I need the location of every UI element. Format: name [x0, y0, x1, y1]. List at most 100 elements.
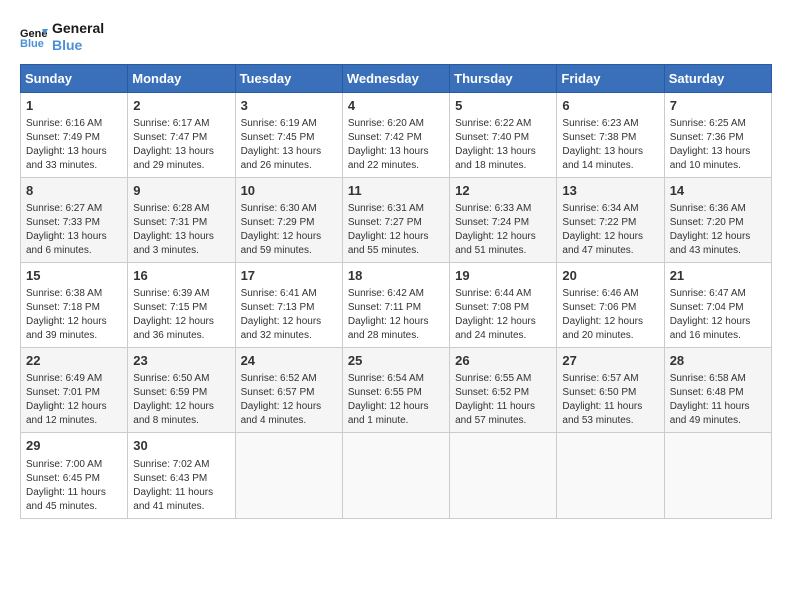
page-header: General Blue General Blue [20, 20, 772, 54]
day-number: 10 [241, 182, 337, 200]
day-number: 30 [133, 437, 229, 455]
logo: General Blue General Blue [20, 20, 104, 54]
calendar-cell: 26 Sunrise: 6:55 AM Sunset: 6:52 PM Dayli… [450, 348, 557, 433]
calendar-cell: 27 Sunrise: 6:57 AM Sunset: 6:50 PM Dayli… [557, 348, 664, 433]
calendar-cell: 19 Sunrise: 6:44 AM Sunset: 7:08 PM Dayli… [450, 262, 557, 347]
calendar-cell: 8 Sunrise: 6:27 AM Sunset: 7:33 PM Daylig… [21, 177, 128, 262]
col-header-sunday: Sunday [21, 64, 128, 92]
day-number: 18 [348, 267, 444, 285]
day-number: 28 [670, 352, 766, 370]
day-info: Sunrise: 6:44 AM Sunset: 7:08 PM Dayligh… [455, 287, 551, 343]
day-info: Sunrise: 6:58 AM Sunset: 6:48 PM Dayligh… [670, 372, 766, 428]
calendar-cell: 7 Sunrise: 6:25 AM Sunset: 7:36 PM Daylig… [664, 92, 771, 177]
logo-icon: General Blue [20, 25, 48, 49]
day-number: 17 [241, 267, 337, 285]
calendar-cell: 9 Sunrise: 6:28 AM Sunset: 7:31 PM Daylig… [128, 177, 235, 262]
col-header-wednesday: Wednesday [342, 64, 449, 92]
calendar-cell: 10 Sunrise: 6:30 AM Sunset: 7:29 PM Dayli… [235, 177, 342, 262]
day-info: Sunrise: 6:17 AM Sunset: 7:47 PM Dayligh… [133, 117, 229, 173]
calendar-cell [235, 433, 342, 518]
calendar-header-row: SundayMondayTuesdayWednesdayThursdayFrid… [21, 64, 772, 92]
calendar-cell: 11 Sunrise: 6:31 AM Sunset: 7:27 PM Dayli… [342, 177, 449, 262]
calendar-cell: 30Sunrise: 7:02 AM Sunset: 6:43 PM Dayli… [128, 433, 235, 518]
day-number: 19 [455, 267, 551, 285]
day-info: Sunrise: 6:52 AM Sunset: 6:57 PM Dayligh… [241, 372, 337, 428]
day-number: 5 [455, 97, 551, 115]
day-info: Sunrise: 6:39 AM Sunset: 7:15 PM Dayligh… [133, 287, 229, 343]
day-info: Sunrise: 6:57 AM Sunset: 6:50 PM Dayligh… [562, 372, 658, 428]
day-number: 27 [562, 352, 658, 370]
day-info: Sunrise: 6:31 AM Sunset: 7:27 PM Dayligh… [348, 202, 444, 258]
day-info: Sunrise: 7:00 AM Sunset: 6:45 PM Dayligh… [26, 458, 122, 514]
day-info: Sunrise: 6:20 AM Sunset: 7:42 PM Dayligh… [348, 117, 444, 173]
calendar-cell [557, 433, 664, 518]
calendar-cell: 15 Sunrise: 6:38 AM Sunset: 7:18 PM Dayli… [21, 262, 128, 347]
col-header-friday: Friday [557, 64, 664, 92]
day-number: 24 [241, 352, 337, 370]
day-number: 8 [26, 182, 122, 200]
calendar-cell: 14Sunrise: 6:36 AM Sunset: 7:20 PM Dayli… [664, 177, 771, 262]
col-header-saturday: Saturday [664, 64, 771, 92]
calendar-cell: 22 Sunrise: 6:49 AM Sunset: 7:01 PM Dayli… [21, 348, 128, 433]
calendar-cell: 18 Sunrise: 6:42 AM Sunset: 7:11 PM Dayli… [342, 262, 449, 347]
day-info: Sunrise: 6:22 AM Sunset: 7:40 PM Dayligh… [455, 117, 551, 173]
calendar-week-row: 1Sunrise: 6:16 AM Sunset: 7:49 PM Daylig… [21, 92, 772, 177]
calendar-cell: 3 Sunrise: 6:19 AM Sunset: 7:45 PM Daylig… [235, 92, 342, 177]
day-number: 29 [26, 437, 122, 455]
col-header-monday: Monday [128, 64, 235, 92]
calendar-cell: 24 Sunrise: 6:52 AM Sunset: 6:57 PM Dayli… [235, 348, 342, 433]
day-number: 23 [133, 352, 229, 370]
calendar-week-row: 15 Sunrise: 6:38 AM Sunset: 7:18 PM Dayli… [21, 262, 772, 347]
svg-text:Blue: Blue [20, 38, 44, 49]
day-number: 15 [26, 267, 122, 285]
calendar-cell: 17 Sunrise: 6:41 AM Sunset: 7:13 PM Dayli… [235, 262, 342, 347]
day-info: Sunrise: 6:25 AM Sunset: 7:36 PM Dayligh… [670, 117, 766, 173]
day-info: Sunrise: 6:41 AM Sunset: 7:13 PM Dayligh… [241, 287, 337, 343]
calendar-cell: 4Sunrise: 6:20 AM Sunset: 7:42 PM Daylig… [342, 92, 449, 177]
day-info: Sunrise: 6:46 AM Sunset: 7:06 PM Dayligh… [562, 287, 658, 343]
day-info: Sunrise: 6:38 AM Sunset: 7:18 PM Dayligh… [26, 287, 122, 343]
day-number: 20 [562, 267, 658, 285]
day-number: 22 [26, 352, 122, 370]
day-info: Sunrise: 6:54 AM Sunset: 6:55 PM Dayligh… [348, 372, 444, 428]
calendar-cell: 13Sunrise: 6:34 AM Sunset: 7:22 PM Dayli… [557, 177, 664, 262]
day-info: Sunrise: 6:16 AM Sunset: 7:49 PM Dayligh… [26, 117, 122, 173]
calendar-cell: 12Sunrise: 6:33 AM Sunset: 7:24 PM Dayli… [450, 177, 557, 262]
day-number: 9 [133, 182, 229, 200]
calendar-cell: 1Sunrise: 6:16 AM Sunset: 7:49 PM Daylig… [21, 92, 128, 177]
logo-general: General [52, 20, 104, 36]
col-header-thursday: Thursday [450, 64, 557, 92]
day-info: Sunrise: 6:42 AM Sunset: 7:11 PM Dayligh… [348, 287, 444, 343]
day-info: Sunrise: 6:36 AM Sunset: 7:20 PM Dayligh… [670, 202, 766, 258]
calendar-cell: 28 Sunrise: 6:58 AM Sunset: 6:48 PM Dayli… [664, 348, 771, 433]
calendar-table: SundayMondayTuesdayWednesdayThursdayFrid… [20, 64, 772, 519]
calendar-cell: 6Sunrise: 6:23 AM Sunset: 7:38 PM Daylig… [557, 92, 664, 177]
day-number: 26 [455, 352, 551, 370]
calendar-week-row: 22 Sunrise: 6:49 AM Sunset: 7:01 PM Dayli… [21, 348, 772, 433]
day-number: 16 [133, 267, 229, 285]
col-header-tuesday: Tuesday [235, 64, 342, 92]
calendar-cell: 16 Sunrise: 6:39 AM Sunset: 7:15 PM Dayli… [128, 262, 235, 347]
calendar-week-row: 8 Sunrise: 6:27 AM Sunset: 7:33 PM Daylig… [21, 177, 772, 262]
calendar-cell [664, 433, 771, 518]
day-info: Sunrise: 6:33 AM Sunset: 7:24 PM Dayligh… [455, 202, 551, 258]
day-info: Sunrise: 6:28 AM Sunset: 7:31 PM Dayligh… [133, 202, 229, 258]
day-number: 3 [241, 97, 337, 115]
calendar-cell: 21Sunrise: 6:47 AM Sunset: 7:04 PM Dayli… [664, 262, 771, 347]
day-number: 11 [348, 182, 444, 200]
day-info: Sunrise: 6:30 AM Sunset: 7:29 PM Dayligh… [241, 202, 337, 258]
day-number: 7 [670, 97, 766, 115]
day-info: Sunrise: 6:19 AM Sunset: 7:45 PM Dayligh… [241, 117, 337, 173]
day-number: 13 [562, 182, 658, 200]
logo-blue: Blue [52, 37, 82, 53]
day-info: Sunrise: 6:49 AM Sunset: 7:01 PM Dayligh… [26, 372, 122, 428]
calendar-week-row: 29 Sunrise: 7:00 AM Sunset: 6:45 PM Dayli… [21, 433, 772, 518]
day-number: 21 [670, 267, 766, 285]
calendar-cell: 5 Sunrise: 6:22 AM Sunset: 7:40 PM Daylig… [450, 92, 557, 177]
calendar-cell: 2Sunrise: 6:17 AM Sunset: 7:47 PM Daylig… [128, 92, 235, 177]
calendar-cell [450, 433, 557, 518]
day-number: 25 [348, 352, 444, 370]
day-info: Sunrise: 6:23 AM Sunset: 7:38 PM Dayligh… [562, 117, 658, 173]
day-info: Sunrise: 6:27 AM Sunset: 7:33 PM Dayligh… [26, 202, 122, 258]
day-info: Sunrise: 6:55 AM Sunset: 6:52 PM Dayligh… [455, 372, 551, 428]
